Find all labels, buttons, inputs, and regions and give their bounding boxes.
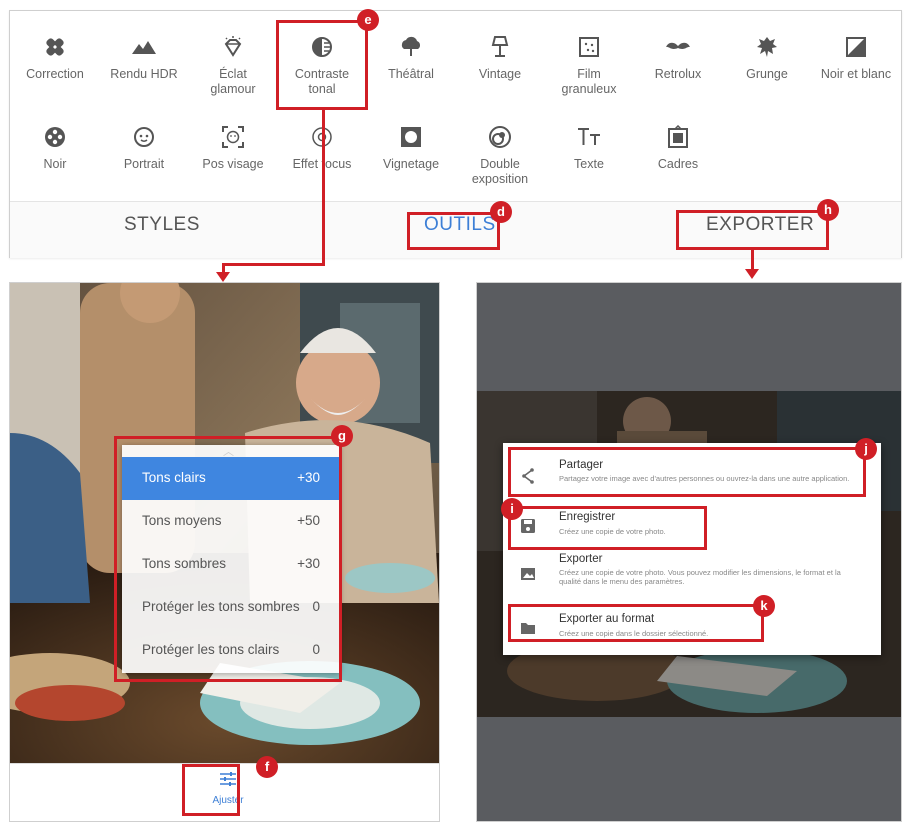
callout-badge-j: j [855, 438, 877, 460]
tool-retrolux[interactable]: Retrolux [633, 33, 723, 82]
export-image-icon [521, 568, 535, 580]
tool-vignetage[interactable]: Vignetage [366, 123, 456, 172]
tool-double-exposition[interactable]: Double exposition [455, 123, 545, 187]
highlight-adjust-menu [114, 436, 342, 682]
tool-label: Vignetage [382, 157, 440, 171]
callout-badge-k: k [753, 595, 775, 617]
film-reel-icon [10, 123, 100, 151]
highlight-outils-tab [407, 212, 500, 250]
healing-icon [10, 33, 100, 61]
tool-label: Cadres [657, 157, 699, 171]
tool-noir-et-blanc[interactable]: Noir et blanc [811, 33, 901, 82]
arrow-down-icon [216, 272, 230, 282]
highlight-adjust-button [182, 764, 240, 816]
tool-label: Pos visage [202, 157, 264, 171]
tool-label: Théâtral [388, 67, 434, 81]
connector-line [751, 250, 754, 270]
tab-styles[interactable]: STYLES [124, 214, 200, 236]
tool-label: Vintage [478, 67, 522, 81]
cloud-icon [366, 33, 456, 61]
highlight-share-option [508, 447, 866, 497]
tool-label: Correction [26, 67, 84, 81]
export-option[interactable]: Exporter Créez une copie de votre photo.… [503, 553, 881, 597]
tool-cadres[interactable]: Cadres [633, 123, 723, 172]
highlight-export-format-option [508, 604, 764, 642]
tool-correction[interactable]: Correction [10, 33, 100, 82]
tool-label: Noir [43, 157, 67, 171]
export-description: Créez une copie de votre photo. Vous pou… [559, 568, 841, 586]
callout-badge-i: i [501, 498, 523, 520]
tool-portrait[interactable]: Portrait [99, 123, 189, 172]
highlight-contraste-tonal [276, 20, 368, 110]
tool-theatral[interactable]: Théâtral [366, 33, 456, 82]
grunge-icon [722, 33, 812, 61]
export-screen: Partager Partagez votre image avec d'aut… [476, 282, 902, 822]
tool-label: Éclat glamour [210, 67, 256, 96]
callout-badge-h: h [817, 199, 839, 221]
callout-badge-f: f [256, 756, 278, 778]
tool-label: Rendu HDR [110, 67, 178, 81]
mustache-icon [633, 33, 723, 61]
black-white-icon [811, 33, 901, 61]
film-grain-icon [544, 33, 634, 61]
tool-eclat-glamour[interactable]: Éclat glamour [188, 33, 278, 97]
connector-line [322, 110, 325, 265]
lamp-icon [455, 33, 545, 61]
tool-label: Film granuleux [561, 67, 617, 96]
face-icon [99, 123, 189, 151]
mountains-icon [99, 33, 189, 61]
tool-label: Portrait [123, 157, 165, 171]
tool-texte[interactable]: Texte [544, 123, 634, 172]
face-pose-icon [188, 123, 278, 151]
tool-rendu-hdr[interactable]: Rendu HDR [99, 33, 189, 82]
export-title: Exporter [559, 553, 603, 565]
callout-badge-d: d [490, 201, 512, 223]
highlight-save-option [508, 506, 707, 550]
tool-noir[interactable]: Noir [10, 123, 100, 172]
diamond-icon [188, 33, 278, 61]
tool-pos-visage[interactable]: Pos visage [188, 123, 278, 172]
vignette-icon [366, 123, 456, 151]
tool-film-granuleux[interactable]: Film granuleux [544, 33, 634, 97]
callout-badge-g: g [331, 425, 353, 447]
tool-label: Retrolux [654, 67, 702, 81]
tool-label: Grunge [746, 67, 788, 81]
text-icon [544, 123, 634, 151]
frames-icon [633, 123, 723, 151]
tool-label: Double exposition [471, 157, 529, 186]
tool-grunge[interactable]: Grunge [722, 33, 812, 82]
double-exposure-icon [455, 123, 545, 151]
tool-vintage[interactable]: Vintage [455, 33, 545, 82]
highlight-exporter-tab [676, 210, 829, 250]
arrow-down-icon [745, 269, 759, 279]
connector-line [222, 263, 325, 266]
tool-label: Texte [574, 157, 604, 171]
tool-label: Noir et blanc [820, 67, 892, 81]
callout-badge-e: e [357, 9, 379, 31]
